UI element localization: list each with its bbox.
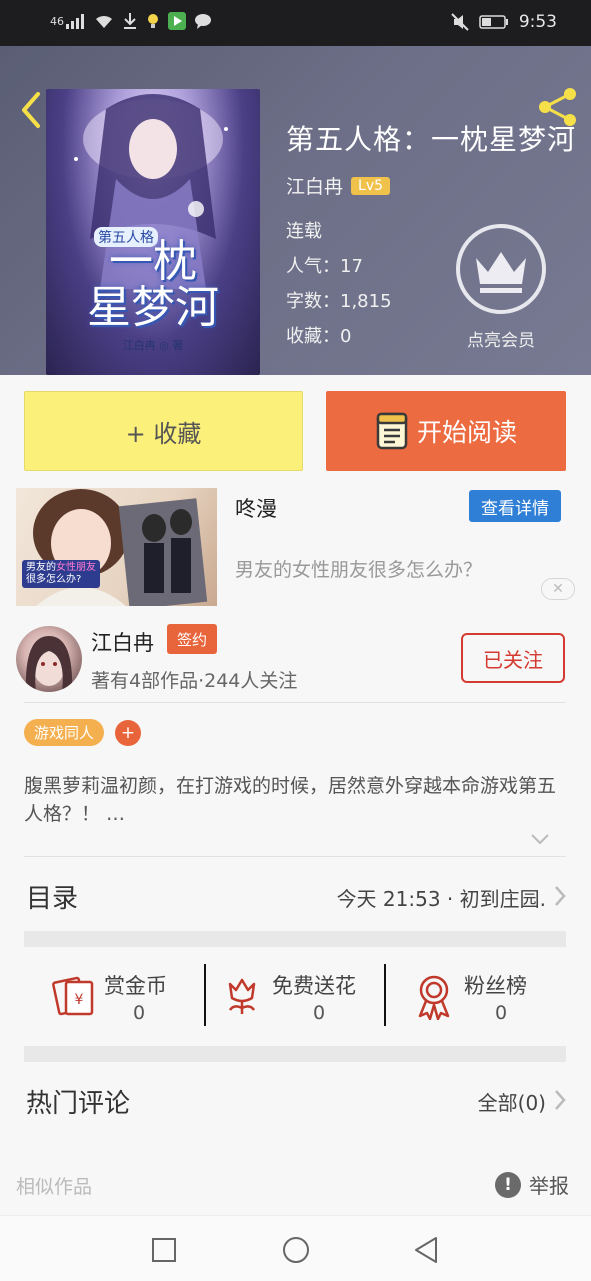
collect-button[interactable]: + 收藏	[24, 391, 303, 471]
book-icon	[376, 412, 408, 450]
cover-title: 一枕 星梦河	[46, 239, 260, 331]
catalog-title[interactable]: 目录	[26, 878, 78, 915]
play-store-icon	[168, 12, 186, 30]
reward-coins[interactable]: ¥ 赏金币 0	[52, 966, 192, 1026]
free-flowers-label: 免费送花	[272, 974, 356, 998]
chevron-down-icon[interactable]	[530, 832, 550, 846]
cover-title-line1: 一枕	[109, 236, 197, 287]
book-word-count: 字数：1,815	[286, 291, 392, 312]
ad-caption-2: 女性朋友	[56, 562, 96, 573]
home-icon[interactable]	[281, 1235, 311, 1265]
network-type: 46	[50, 14, 64, 28]
cover-title-line2: 星梦河	[87, 282, 219, 333]
chat-icon	[195, 14, 211, 29]
section-separator	[24, 1046, 566, 1062]
svg-text:¥: ¥	[75, 992, 84, 1008]
follow-button[interactable]: 已关注	[461, 633, 565, 683]
divider	[24, 856, 566, 857]
status-bar: 46 9:53	[0, 0, 591, 46]
back-arrow-icon[interactable]	[16, 90, 46, 130]
signed-badge: 签约	[167, 624, 217, 654]
ad-description: 男友的女性朋友很多怎么办？	[235, 559, 483, 581]
recent-apps-icon[interactable]	[150, 1236, 178, 1264]
avatar[interactable]	[16, 626, 82, 692]
author-name[interactable]: 江白冉	[91, 627, 154, 657]
ad-image-caption: 男友的女性朋友 很多怎么办?	[22, 560, 100, 588]
reward-coins-label: 赏金币	[104, 974, 167, 998]
ad-caption-1: 男友的	[26, 562, 56, 573]
divider	[24, 702, 566, 703]
battery-icon	[479, 15, 508, 29]
start-reading-label: 开始阅读	[416, 418, 517, 447]
ad-image[interactable]: 男友的女性朋友 很多怎么办?	[16, 488, 217, 606]
red-envelope-icon: ¥	[52, 976, 94, 1016]
bulb-icon	[148, 14, 158, 28]
avatar-illustration	[25, 636, 73, 692]
catalog-latest[interactable]: 今天 21:53 · 初到庄园.	[337, 883, 546, 912]
ad-title: 咚漫	[235, 497, 277, 521]
signal-icon	[66, 14, 84, 29]
level-badge: Lv5	[351, 176, 391, 195]
similar-works-title: 相似作品	[16, 1176, 93, 1198]
book-favorites: 收藏：0	[286, 326, 352, 347]
all-comments-link[interactable]: 全部(0)	[478, 1087, 546, 1116]
vip-label[interactable]: 点亮会员	[451, 326, 551, 351]
report-button[interactable]: ! 举报	[495, 1170, 569, 1199]
crown-icon	[476, 252, 526, 293]
ad-close-icon[interactable]: ✕	[541, 578, 575, 600]
stat-divider	[204, 964, 206, 1026]
book-header: 第五人格 一枕 星梦河 江白冉 ◎ 著 第五人格：一枕星梦河 江白冉 Lv5 连…	[0, 46, 591, 375]
warning-icon: !	[495, 1171, 521, 1198]
book-author-name[interactable]: 江白冉	[286, 172, 343, 199]
book-title: 第五人格：一枕星梦河	[286, 123, 577, 156]
mute-icon	[451, 13, 469, 31]
start-reading-button[interactable]: 开始阅读	[326, 391, 566, 471]
fan-ranking-label: 粉丝榜	[464, 974, 527, 998]
ad-illustration	[33, 489, 208, 606]
fan-ranking[interactable]: 粉丝榜 0	[414, 966, 544, 1026]
download-icon	[124, 13, 136, 29]
flower-icon	[228, 978, 256, 1014]
genre-tag[interactable]: 游戏同人	[24, 719, 105, 746]
free-flowers[interactable]: 免费送花 0	[222, 966, 372, 1026]
book-author-row[interactable]: 江白冉 Lv5	[286, 172, 391, 199]
book-popularity: 人气：17	[286, 256, 363, 277]
clock: 9:53	[518, 12, 557, 32]
back-icon[interactable]	[411, 1235, 441, 1265]
book-description[interactable]: 腹黑萝莉温初颜，在打游戏的时候，居然意外穿越本命游戏第五人格？！ …	[24, 772, 564, 828]
section-separator	[24, 931, 566, 947]
free-flowers-value: 0	[312, 1002, 326, 1024]
author-stats: 著有4部作品·244人关注	[91, 670, 298, 692]
vip-crown-button[interactable]	[456, 224, 546, 314]
book-status: 连载	[286, 221, 322, 242]
add-tag-button[interactable]: +	[115, 720, 141, 746]
ad-detail-button[interactable]: 查看详情	[469, 490, 561, 522]
cover-author: 江白冉 ◎ 著	[122, 339, 184, 352]
status-left: 46	[50, 12, 212, 30]
book-cover[interactable]: 第五人格 一枕 星梦河 江白冉 ◎ 著	[46, 89, 260, 375]
chevron-right-icon[interactable]	[553, 1088, 567, 1112]
hot-comments-title: 热门评论	[26, 1089, 131, 1119]
reward-coins-value: 0	[132, 1002, 146, 1024]
ad-caption-3: 很多怎么办?	[26, 574, 82, 585]
system-nav-bar	[0, 1215, 591, 1281]
medal-icon	[418, 975, 450, 1020]
report-label: 举报	[529, 1174, 569, 1198]
status-right: 9:53	[451, 12, 557, 32]
stat-divider	[384, 964, 386, 1026]
fan-ranking-value: 0	[494, 1002, 508, 1024]
chevron-right-icon[interactable]	[553, 884, 567, 908]
wifi-icon	[96, 15, 112, 28]
